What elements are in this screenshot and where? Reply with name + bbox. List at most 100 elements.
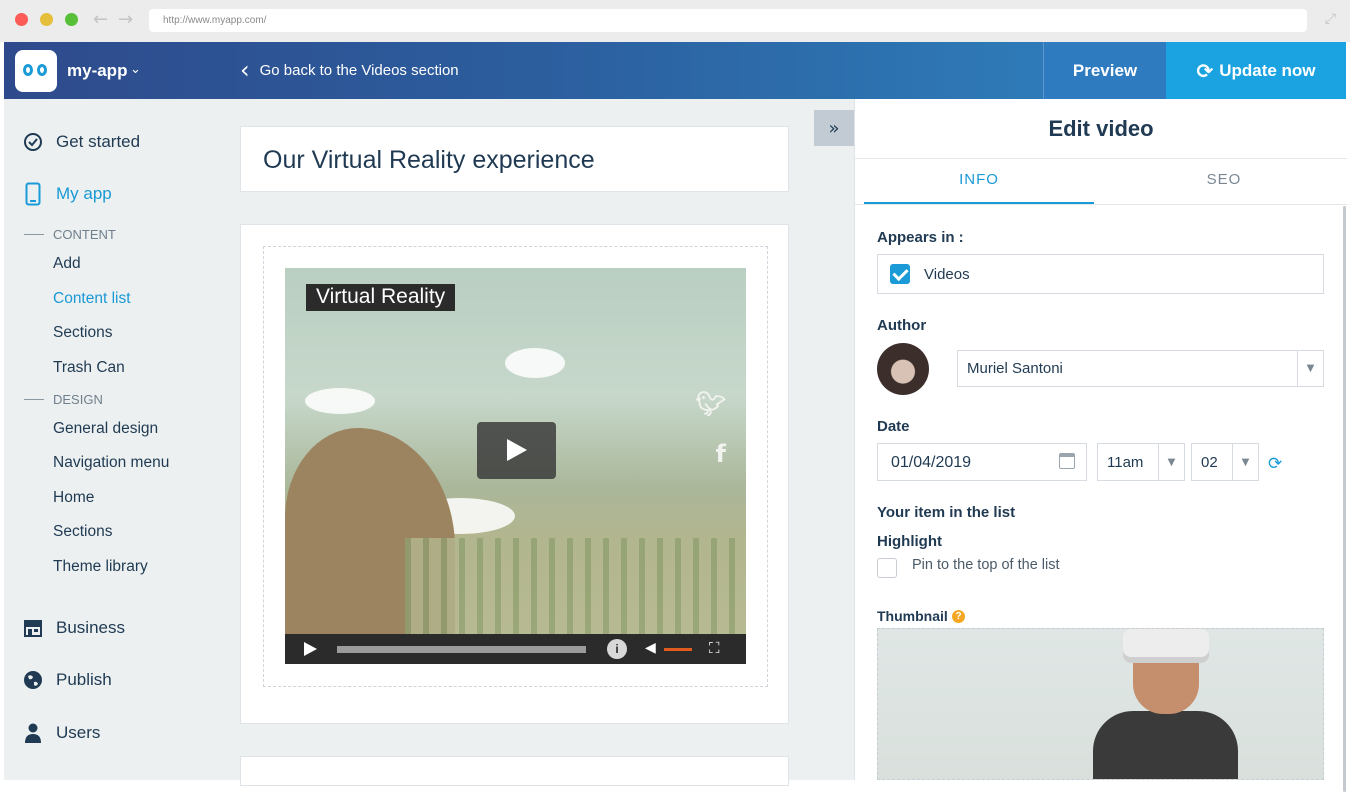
sidebar-item-label: My app xyxy=(56,184,112,203)
cloud-shape xyxy=(505,348,565,378)
content-area: Our Virtual Reality experience Virtual R… xyxy=(218,99,854,786)
author-select[interactable]: Muriel Santoni ▼ xyxy=(957,350,1324,387)
hour-select[interactable]: 11am ▼ xyxy=(1097,443,1185,481)
date-label: Date xyxy=(877,418,910,435)
pin-checkbox[interactable] xyxy=(877,558,897,578)
sidebar-item-sections[interactable]: Sections xyxy=(53,324,112,342)
sidebar-item-home[interactable]: Home xyxy=(53,489,94,507)
date-input[interactable]: 01/04/2019 xyxy=(877,443,1087,481)
app-header: my-app ⌄ ‹ Go back to the Videos section… xyxy=(4,42,1346,99)
highlight-label: Highlight xyxy=(877,533,942,550)
page-title: Our Virtual Reality experience xyxy=(263,146,595,174)
sidebar-item-publish[interactable]: Publish xyxy=(22,669,112,691)
sidebar-group-design: DESIGN xyxy=(24,392,103,407)
pin-label: Pin to the top of the list xyxy=(912,557,1060,573)
collapse-panel-button[interactable]: » xyxy=(814,110,854,146)
sidebar-item-label: Business xyxy=(56,618,125,637)
thumbnail-image[interactable] xyxy=(877,628,1324,780)
sidebar-item-trash-can[interactable]: Trash Can xyxy=(53,359,125,377)
back-link[interactable]: ‹ Go back to the Videos section xyxy=(240,56,459,84)
video-label: Virtual Reality xyxy=(306,284,456,311)
logo-eye-icon xyxy=(37,64,47,76)
close-window-button[interactable] xyxy=(15,13,28,26)
sidebar-item-label: Users xyxy=(56,723,101,742)
twitter-icon[interactable]: 🐦︎ xyxy=(696,390,726,418)
sidebar-item-add[interactable]: Add xyxy=(53,255,81,273)
video-player[interactable]: Virtual Reality 🐦︎ f i ◀ ⛶ xyxy=(285,268,746,664)
update-now-button[interactable]: ⟳ Update now xyxy=(1166,42,1346,99)
user-icon xyxy=(22,722,44,744)
refresh-icon: ⟳ xyxy=(1196,58,1214,83)
vr-headset-shape xyxy=(1123,629,1209,663)
url-bar[interactable]: http://www.myapp.com/ xyxy=(149,9,1307,32)
fullscreen-icon[interactable]: ⛶ xyxy=(709,639,720,657)
logo-eye-icon xyxy=(23,64,33,76)
divider xyxy=(24,234,44,235)
edit-panel: Edit video INFO SEO Appears in : Videos … xyxy=(854,99,1347,792)
globe-icon xyxy=(22,669,44,691)
date-input-value: 01/04/2019 xyxy=(891,454,972,471)
phone-icon xyxy=(22,182,44,206)
sidebar-item-label: Get started xyxy=(56,132,141,151)
caret-down-icon: ▼ xyxy=(1232,444,1258,480)
expand-icon[interactable]: ⤢ xyxy=(1325,11,1336,27)
video-controls: i ◀ ⛶ xyxy=(285,634,746,664)
cloud-shape xyxy=(305,388,375,414)
sidebar-item-my-app[interactable]: My app xyxy=(22,182,112,206)
hour-select-value: 11am xyxy=(1107,454,1144,471)
calendar-icon[interactable] xyxy=(1059,453,1075,469)
scrollbar[interactable] xyxy=(1343,206,1346,792)
sidebar-item-general-design[interactable]: General design xyxy=(53,420,158,438)
progress-bar[interactable] xyxy=(337,646,586,653)
play-button[interactable] xyxy=(477,422,556,479)
store-icon xyxy=(22,617,44,639)
sidebar-item-business[interactable]: Business xyxy=(22,617,125,639)
list-section-label: Your item in the list xyxy=(877,504,1016,521)
sidebar-group-content: CONTENT xyxy=(24,227,116,242)
sidebar-item-content-list[interactable]: Content list xyxy=(53,290,131,308)
browser-chrome: ← → http://www.myapp.com/ ⤢ xyxy=(0,0,1350,42)
volume-slider[interactable] xyxy=(664,648,692,651)
next-card xyxy=(240,756,789,786)
facebook-icon[interactable]: f xyxy=(716,440,726,468)
avatar xyxy=(877,343,929,395)
app-name[interactable]: my-app xyxy=(67,61,127,81)
help-icon[interactable]: ? xyxy=(952,610,965,623)
shirt-shape xyxy=(1093,711,1238,779)
videos-checkbox[interactable] xyxy=(890,264,910,284)
appears-in-box: Videos xyxy=(877,254,1324,294)
appears-in-label: Appears in : xyxy=(877,229,964,246)
sidebar-item-get-started[interactable]: Get started xyxy=(22,131,140,153)
caret-down-icon: ▼ xyxy=(1297,351,1323,386)
divider xyxy=(24,399,44,400)
info-icon[interactable]: i xyxy=(607,639,627,659)
caret-down-icon: ▼ xyxy=(1158,444,1184,480)
preview-button[interactable]: Preview xyxy=(1043,42,1166,99)
sidebar: Get started My app CONTENT Add Content l… xyxy=(4,99,218,780)
tab-seo[interactable]: SEO xyxy=(1109,171,1339,188)
trees-shape xyxy=(405,538,746,638)
forward-arrow-icon[interactable]: → xyxy=(118,10,133,30)
minute-select[interactable]: 02 ▼ xyxy=(1191,443,1259,481)
volume-icon[interactable]: ◀ xyxy=(645,640,656,656)
chevron-down-icon[interactable]: ⌄ xyxy=(130,62,141,77)
face-shape xyxy=(1133,659,1199,714)
title-card[interactable]: Our Virtual Reality experience xyxy=(240,126,789,192)
sidebar-item-users[interactable]: Users xyxy=(22,722,100,744)
sidebar-item-label: Publish xyxy=(56,670,112,689)
tab-info[interactable]: INFO xyxy=(864,171,1094,188)
sidebar-item-design-sections[interactable]: Sections xyxy=(53,523,112,541)
app-logo[interactable] xyxy=(15,50,57,92)
refresh-icon[interactable]: ⟳ xyxy=(1268,454,1282,474)
back-arrow-icon[interactable]: ← xyxy=(93,10,108,30)
play-icon[interactable] xyxy=(304,642,317,656)
double-chevron-right-icon: » xyxy=(828,117,840,139)
sidebar-item-theme-library[interactable]: Theme library xyxy=(53,558,148,576)
divider xyxy=(855,158,1347,159)
sidebar-item-navigation-menu[interactable]: Navigation menu xyxy=(53,454,169,472)
sidebar-group-label: CONTENT xyxy=(53,227,116,242)
preview-label: Preview xyxy=(1072,60,1138,80)
minimize-window-button[interactable] xyxy=(40,13,53,26)
maximize-window-button[interactable] xyxy=(65,13,78,26)
video-frame: Virtual Reality 🐦︎ f i ◀ ⛶ xyxy=(263,246,768,687)
